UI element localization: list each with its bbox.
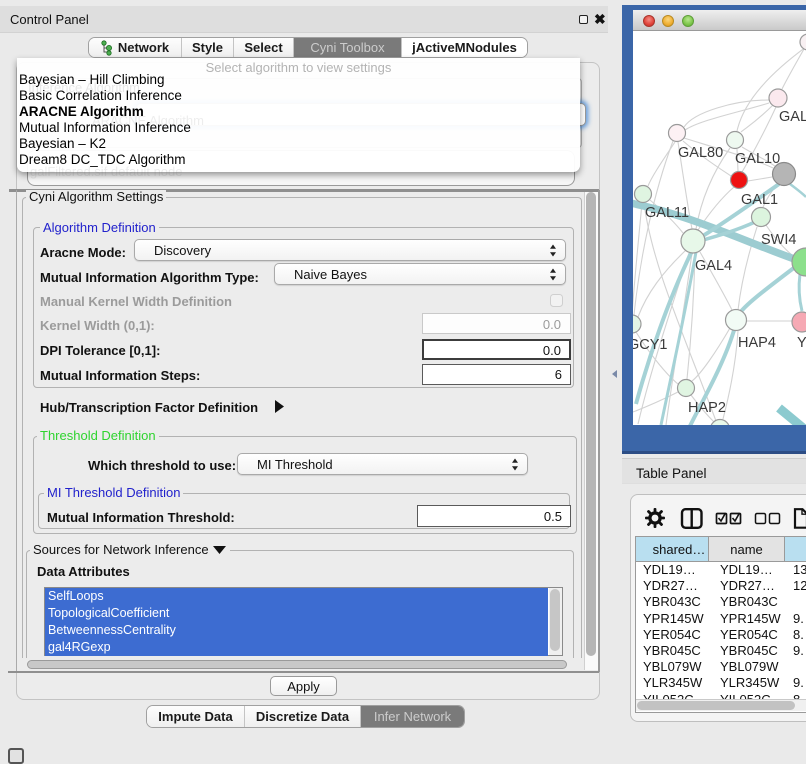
svg-text:GAL4: GAL4: [695, 258, 732, 274]
svg-text:GAL1: GAL1: [741, 192, 778, 208]
svg-text:HAP4: HAP4: [738, 335, 776, 351]
svg-text:GAL7: GAL7: [779, 109, 806, 125]
svg-text:GAL11: GAL11: [645, 205, 689, 221]
svg-text:YE: YE: [797, 335, 806, 351]
svg-text:HAP2: HAP2: [688, 400, 726, 416]
svg-text:GCY1: GCY1: [633, 337, 668, 353]
svg-text:SWI4: SWI4: [761, 232, 796, 248]
svg-text:GAL10: GAL10: [735, 151, 780, 167]
svg-text:GAL80: GAL80: [678, 145, 723, 161]
